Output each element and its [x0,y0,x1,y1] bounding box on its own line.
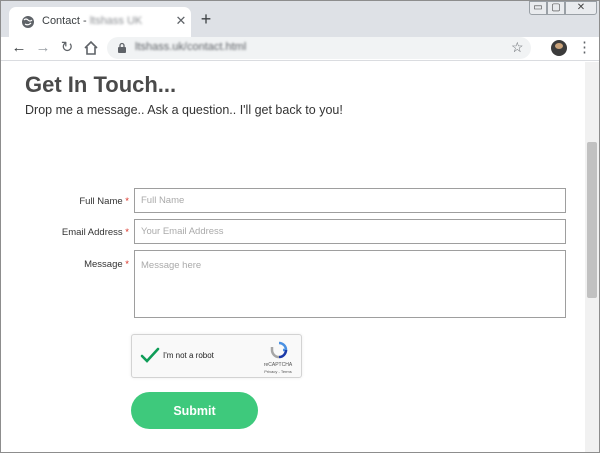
arrow-left-icon[interactable]: ← [9,38,29,58]
arrow-right-icon[interactable]: → [33,38,53,58]
home-icon[interactable] [81,38,101,58]
full-name-field[interactable] [134,188,566,213]
star-icon[interactable]: ☆ [511,39,524,56]
recaptcha-terms[interactable]: Privacy - Terms [258,369,298,374]
profile-avatar[interactable] [551,40,567,56]
maximize-button[interactable]: ▢ [547,1,565,15]
email-label: Email Address * [61,227,129,238]
full-name-label: Full Name * [79,196,129,207]
tab-strip: Contact - ltshass UK ✕ + ▭ ▢ ✕ [1,1,599,37]
tab-title: Contact - ltshass UK [42,15,143,27]
globe-icon [22,16,34,28]
message-label: Message * [84,259,129,270]
new-tab-button[interactable]: + [197,10,215,28]
page-subtitle: Drop me a message.. Ask a question.. I'l… [25,103,343,117]
close-window-button[interactable]: ✕ [565,1,597,15]
message-field[interactable] [134,250,566,318]
minimize-button[interactable]: ▭ [529,1,547,15]
checkmark-icon[interactable] [140,345,160,365]
recaptcha-logo-icon [270,341,288,359]
kebab-menu-icon[interactable]: ⋮ [577,39,592,57]
email-field[interactable] [134,219,566,244]
page-title: Get In Touch... [25,72,177,97]
page-viewport: Get In Touch... Drop me a message.. Ask … [1,62,585,452]
address-bar[interactable]: ltshass.uk/contact.html ☆ [107,37,531,59]
recaptcha-brand: reCAPTCHA [263,362,293,368]
tab-contact[interactable]: Contact - ltshass UK ✕ [9,7,191,37]
close-tab-icon[interactable]: ✕ [173,13,189,29]
browser-window: Contact - ltshass UK ✕ + ▭ ▢ ✕ ← → ↻ lts… [0,0,600,453]
reload-icon[interactable]: ↻ [57,38,77,58]
browser-toolbar: ← → ↻ ltshass.uk/contact.html ☆ ⋮ [1,37,599,61]
url-text: ltshass.uk/contact.html [135,41,247,53]
lock-icon [118,42,126,53]
submit-button[interactable]: Submit [131,392,258,429]
scrollbar-thumb[interactable] [587,142,597,298]
vertical-scrollbar[interactable] [585,62,599,452]
recaptcha-label: I'm not a robot [163,351,214,360]
recaptcha-widget: I'm not a robot reCAPTCHA Privacy - Term… [131,334,302,378]
